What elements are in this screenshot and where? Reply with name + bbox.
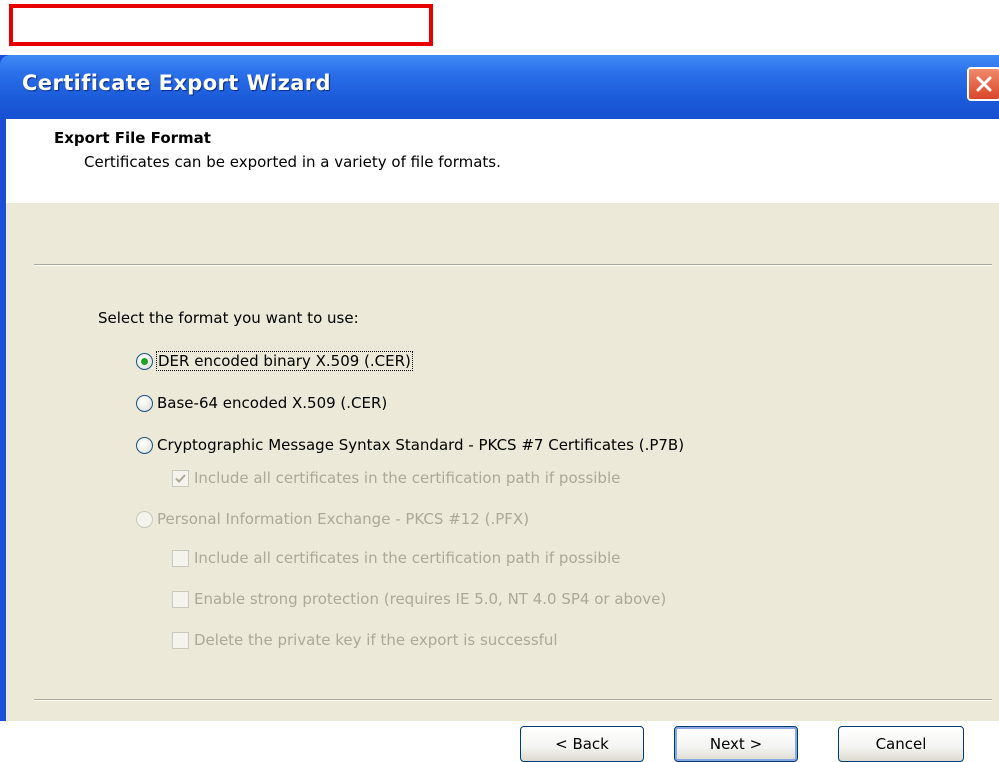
pkcs7-radio[interactable]: [136, 436, 153, 454]
strong-protection-checkbox[interactable]: [172, 590, 189, 608]
page-title: Export File Format: [54, 129, 211, 147]
next-button[interactable]: Next >: [674, 726, 798, 762]
title-bar[interactable]: Certificate Export Wizard: [0, 55, 999, 119]
p7b-include-all-option[interactable]: Include all certificates in the certific…: [172, 469, 620, 487]
pkcs7-label: Cryptographic Message Syntax Standard - …: [157, 436, 685, 454]
window-title: Certificate Export Wizard: [22, 71, 331, 95]
page-subtitle: Certificates can be exported in a variet…: [84, 153, 501, 171]
wizard-window: Certificate Export Wizard Export File Fo…: [0, 55, 999, 762]
wizard-body: Export File Format Certificates can be e…: [6, 119, 999, 762]
delete-key-checkbox[interactable]: [172, 631, 189, 649]
format-prompt: Select the format you want to use:: [98, 309, 359, 327]
option-der[interactable]: DER encoded binary X.509 (.CER): [136, 351, 413, 371]
checkmark-icon: [175, 473, 186, 483]
annotation-box: [9, 4, 433, 46]
close-icon: [976, 76, 992, 92]
base64-radio[interactable]: [136, 394, 153, 412]
pfx-include-all-option[interactable]: Include all certificates in the certific…: [172, 549, 620, 567]
p7b-include-all-checkbox[interactable]: [172, 469, 189, 487]
option-pkcs7[interactable]: Cryptographic Message Syntax Standard - …: [136, 436, 684, 454]
delete-key-label: Delete the private key if the export is …: [194, 631, 558, 649]
back-button[interactable]: < Back: [520, 726, 644, 762]
p7b-include-all-label: Include all certificates in the certific…: [194, 469, 621, 487]
option-base64[interactable]: Base-64 encoded X.509 (.CER): [136, 394, 387, 412]
base64-label: Base-64 encoded X.509 (.CER): [157, 394, 388, 412]
der-label: DER encoded binary X.509 (.CER): [156, 351, 413, 371]
pfx-include-all-label: Include all certificates in the certific…: [194, 549, 621, 567]
delete-key-option[interactable]: Delete the private key if the export is …: [172, 631, 558, 649]
option-pfx[interactable]: Personal Information Exchange - PKCS #12…: [136, 510, 529, 528]
footer-separator: [34, 699, 992, 701]
pfx-include-all-checkbox[interactable]: [172, 549, 189, 567]
der-radio[interactable]: [136, 352, 153, 370]
strong-protection-option[interactable]: Enable strong protection (requires IE 5.…: [172, 590, 666, 608]
pfx-label: Personal Information Exchange - PKCS #12…: [157, 510, 530, 528]
pfx-radio[interactable]: [136, 510, 153, 528]
cancel-button[interactable]: Cancel: [838, 726, 964, 762]
header-separator: [34, 264, 992, 266]
close-button[interactable]: [967, 67, 999, 101]
strong-protection-label: Enable strong protection (requires IE 5.…: [194, 590, 667, 608]
header-panel: Export File Format Certificates can be e…: [6, 119, 999, 203]
